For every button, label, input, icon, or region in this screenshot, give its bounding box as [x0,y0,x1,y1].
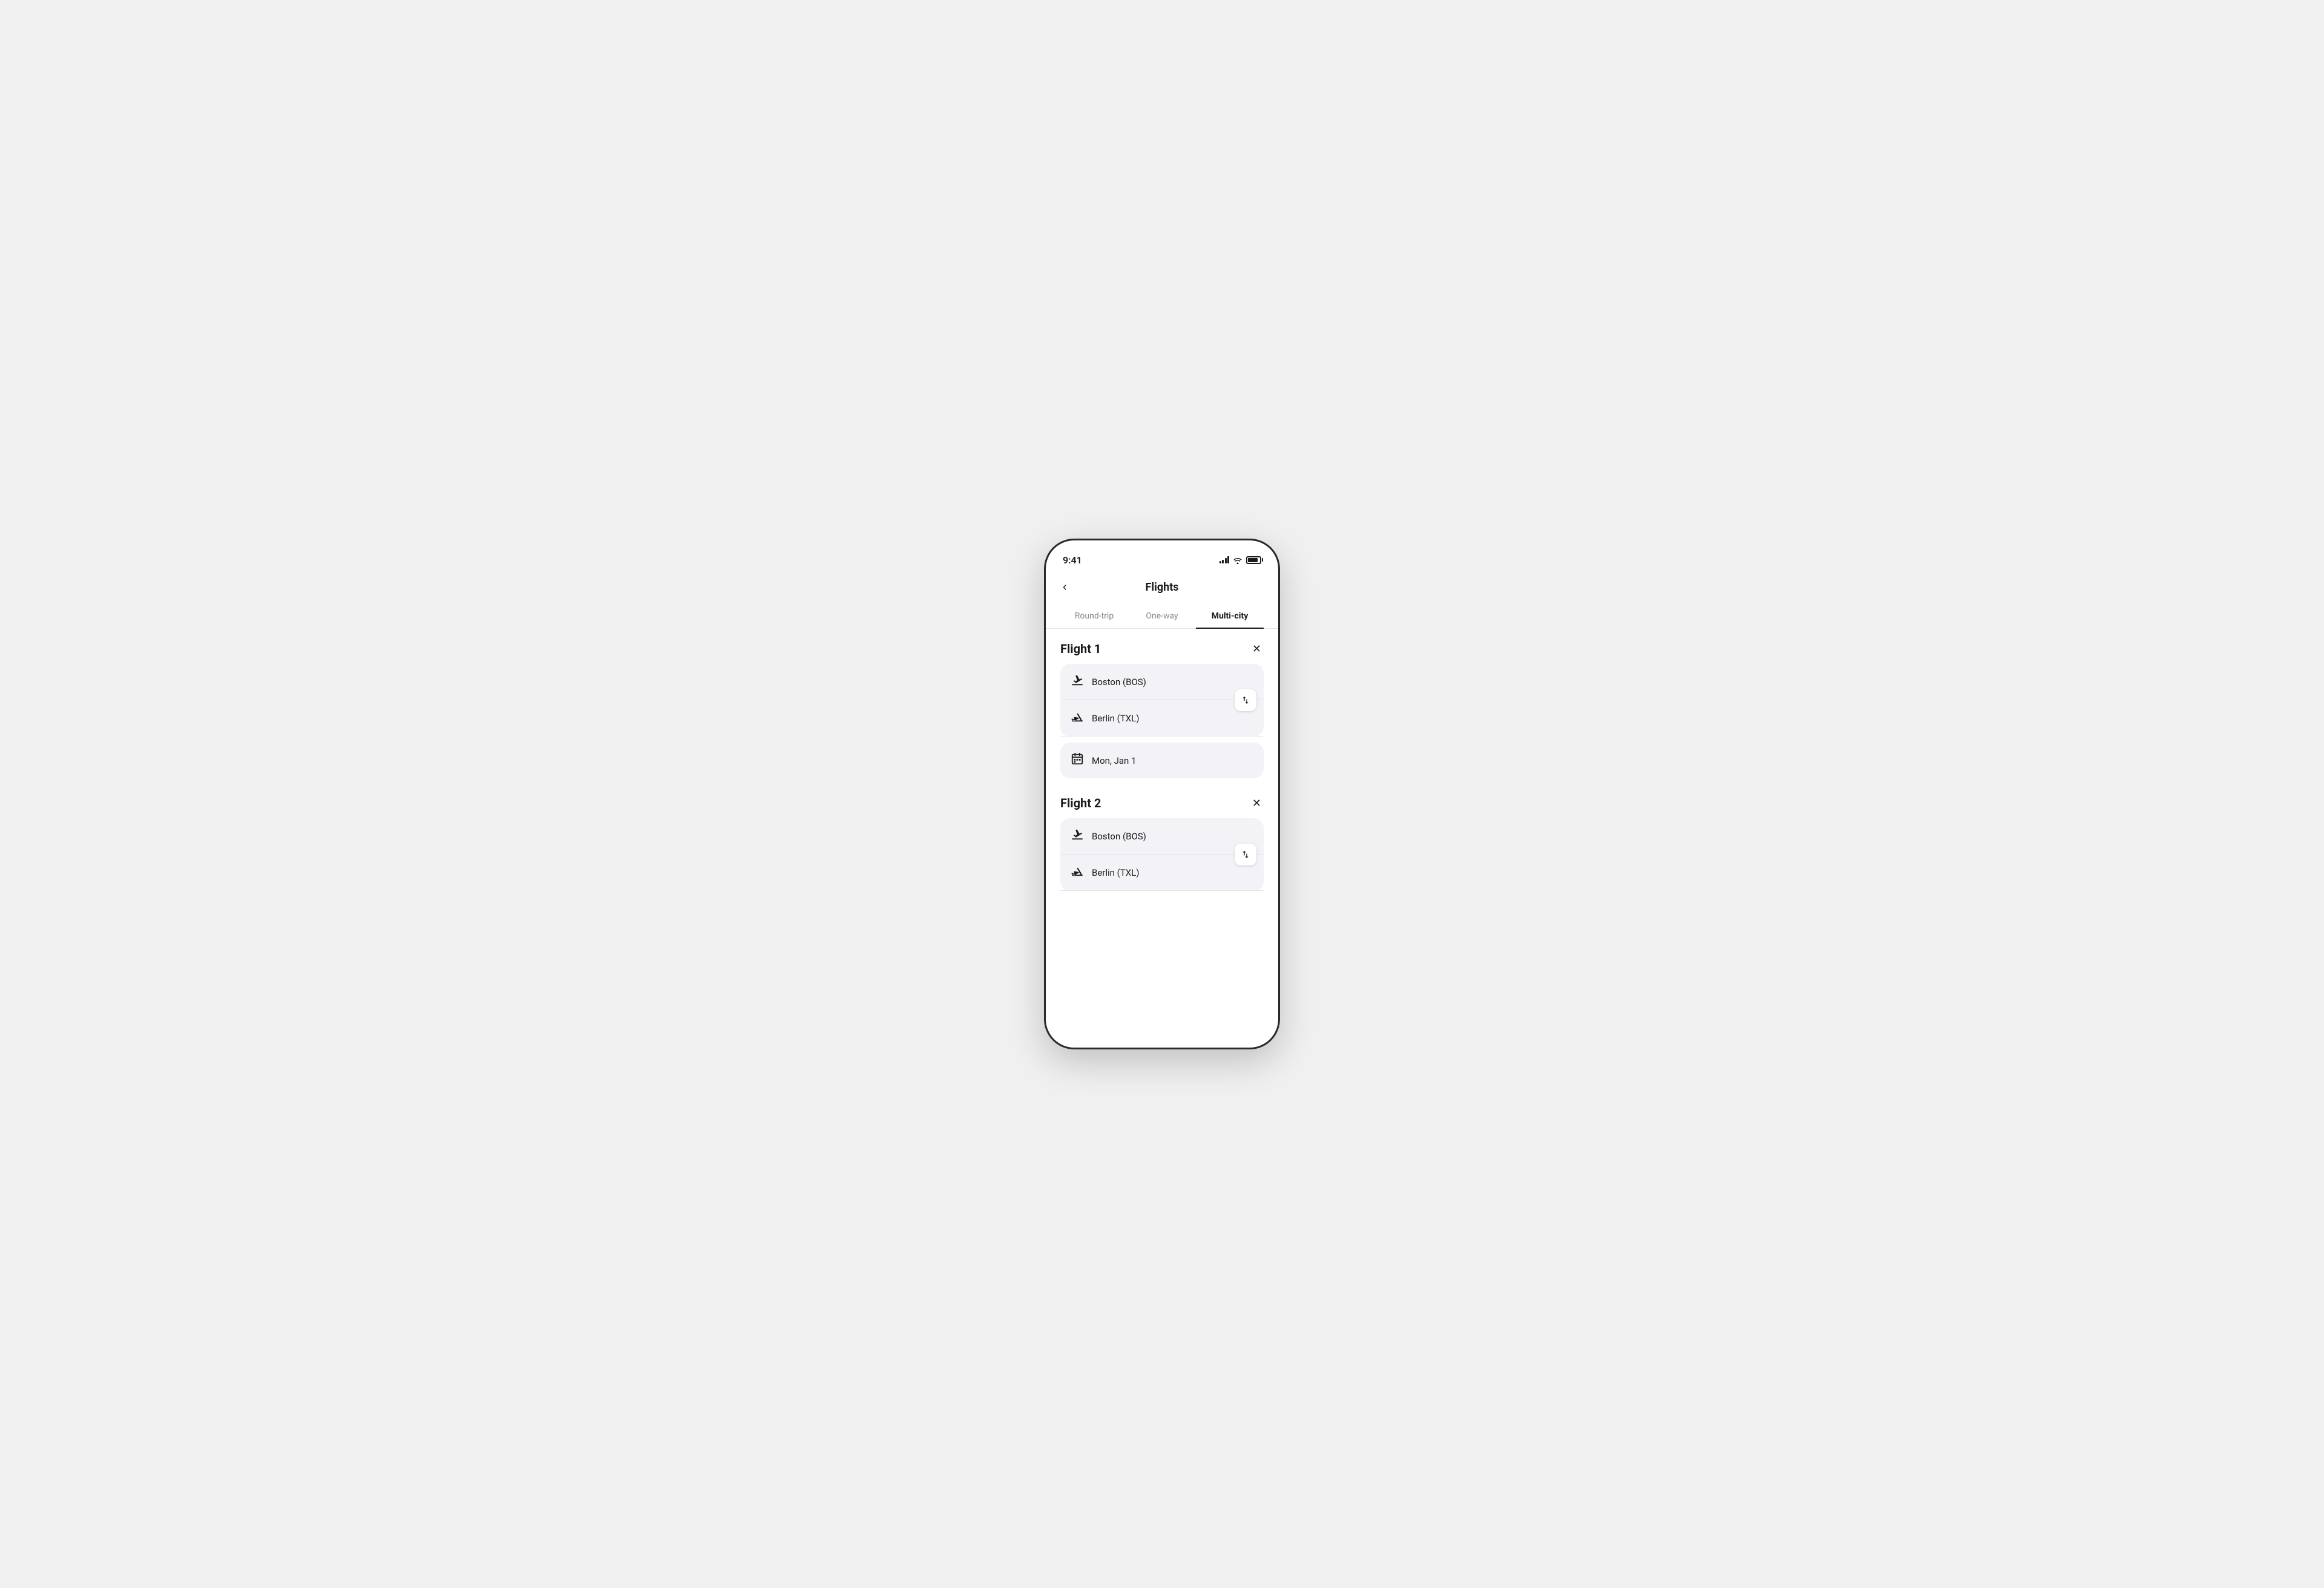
flight-1-destination-row[interactable]: Berlin (TXL) [1060,700,1264,737]
flight-1-close-button[interactable]: ✕ [1250,641,1264,657]
page-title: Flights [1145,581,1178,594]
flight-1-destination-text: Berlin (TXL) [1092,713,1139,724]
flight-1-origin-row[interactable]: Boston (BOS) [1060,664,1264,700]
takeoff-icon-2 [1070,828,1085,844]
status-icons [1219,556,1262,564]
tab-round-trip[interactable]: Round-trip [1060,604,1128,628]
flight-1-header: Flight 1 ✕ [1060,641,1264,657]
flight-2-origin-row[interactable]: Boston (BOS) [1060,818,1264,855]
flight-2-swap-button[interactable] [1235,844,1256,865]
flight-2-header: Flight 2 ✕ [1060,795,1264,811]
signal-icon [1219,556,1230,563]
landing-icon-2 [1070,864,1085,881]
calendar-icon [1070,752,1085,769]
flight-2-destination-row[interactable]: Berlin (TXL) [1060,855,1264,891]
flight-2-origin-text: Boston (BOS) [1092,831,1146,842]
flight-1-location-card: Boston (BOS) Berlin (TXL) [1060,664,1264,737]
swap-icon-2 [1241,850,1250,859]
flight-1-origin-text: Boston (BOS) [1092,677,1146,687]
flight-1-section: Flight 1 ✕ Boston (BOS) [1060,641,1264,778]
flight-2-location-card: Boston (BOS) Berlin (TXL) [1060,818,1264,891]
takeoff-icon [1070,674,1085,690]
flight-1-date-text: Mon, Jan 1 [1092,755,1136,766]
phone-frame: 9:41 ‹ Flights R [1044,539,1280,1049]
flight-1-title: Flight 1 [1060,641,1101,656]
flight-2-title: Flight 2 [1060,796,1101,810]
flight-1-swap-button[interactable] [1235,689,1256,711]
flight-2-close-button[interactable]: ✕ [1250,795,1264,811]
status-bar: 9:41 [1046,540,1278,571]
battery-icon [1246,556,1261,564]
flight-2-destination-text: Berlin (TXL) [1092,867,1139,878]
tab-multi-city[interactable]: Multi-city [1196,604,1264,628]
landing-icon [1070,710,1085,726]
back-button[interactable]: ‹ [1060,578,1069,597]
tabs-container: Round-trip One-way Multi-city [1046,604,1278,629]
wifi-icon [1233,556,1242,564]
tab-one-way[interactable]: One-way [1128,604,1196,628]
status-time: 9:41 [1063,554,1082,566]
flight-1-date-card[interactable]: Mon, Jan 1 [1060,743,1264,778]
swap-icon [1241,695,1250,705]
flight-2-section: Flight 2 ✕ Boston (BOS) [1060,795,1264,891]
nav-bar: ‹ Flights [1046,571,1278,604]
content-area: Flight 1 ✕ Boston (BOS) [1046,629,1278,920]
